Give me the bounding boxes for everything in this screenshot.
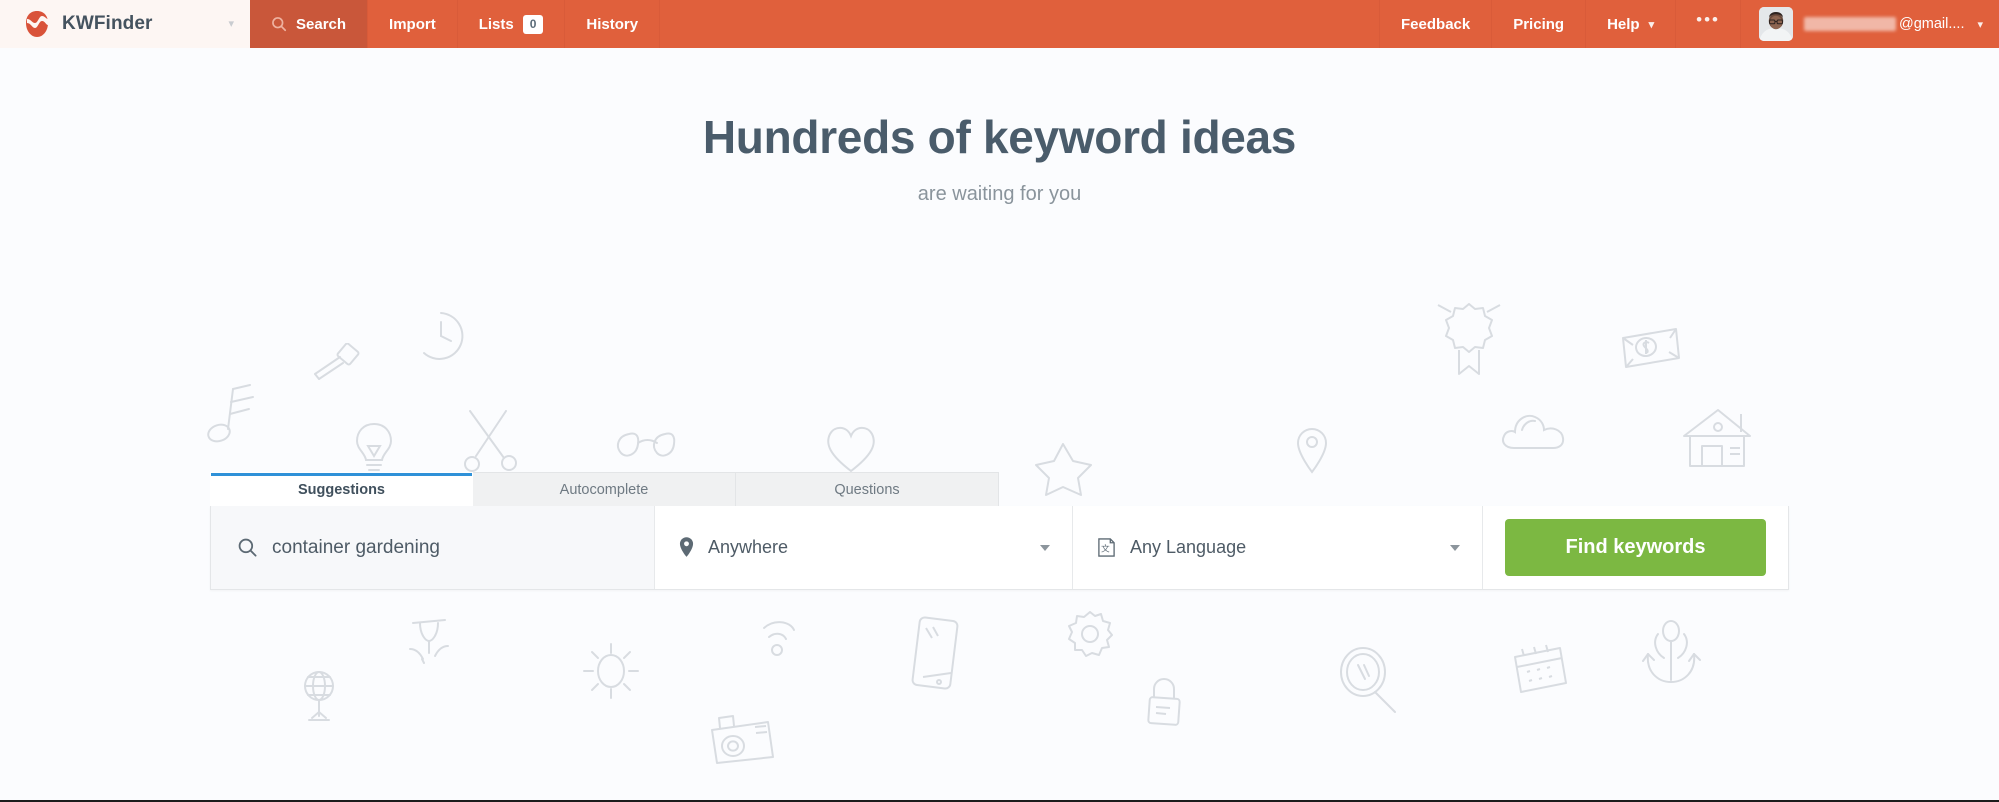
nav-item-pricing-label: Pricing xyxy=(1513,15,1565,33)
tab-suggestions-label: Suggestions xyxy=(297,481,385,498)
top-navigation-bar: KWFinder ▾ Search Import Lists 0 History… xyxy=(0,0,1999,48)
telescope-icon xyxy=(314,343,360,380)
house-icon xyxy=(1683,409,1751,467)
music-note-icon xyxy=(207,384,254,443)
location-select[interactable]: Anywhere xyxy=(655,506,1073,589)
wifi-icon xyxy=(763,621,795,656)
search-panel: Suggestions Autocomplete Questions conta… xyxy=(210,472,1789,590)
camera-icon xyxy=(711,715,774,764)
tab-questions-label: Questions xyxy=(834,481,900,498)
caret-down-icon xyxy=(1450,544,1460,551)
anchor-icon xyxy=(1642,620,1701,684)
email-redaction xyxy=(1803,17,1896,31)
lock-icon xyxy=(1147,678,1181,726)
search-icon xyxy=(237,537,258,558)
search-mode-tabs: Suggestions Autocomplete Questions xyxy=(210,472,1789,506)
find-keywords-button[interactable]: Find keywords xyxy=(1505,519,1766,576)
svg-text:文: 文 xyxy=(1101,542,1110,553)
kwfinder-logo-icon xyxy=(24,10,50,38)
nav-item-pricing[interactable]: Pricing xyxy=(1492,0,1587,48)
chevron-down-icon[interactable]: ▾ xyxy=(228,18,234,30)
language-icon: 文 xyxy=(1097,537,1116,558)
account-email: @gmail.... xyxy=(1803,16,1965,32)
location-pin-icon xyxy=(679,537,694,558)
clock-icon xyxy=(423,312,464,360)
brand-area[interactable]: KWFinder ▾ xyxy=(0,0,250,48)
page-subtitle: are waiting for you xyxy=(917,183,1082,205)
search-input-value: container gardening xyxy=(272,536,440,558)
nav-item-lists[interactable]: Lists 0 xyxy=(458,0,566,48)
smartphone-icon xyxy=(911,616,959,690)
more-menu-button[interactable]: ••• xyxy=(1676,0,1741,48)
nav-item-feedback[interactable]: Feedback xyxy=(1380,0,1493,48)
lightbulb-icon xyxy=(355,422,393,471)
hero-section: Hundreds of keyword ideas are waiting fo… xyxy=(0,48,1999,206)
search-bar: container gardening Anywhere 文 Any Langu… xyxy=(210,506,1789,590)
language-select-value: Any Language xyxy=(1130,537,1247,557)
chevron-down-icon: ▾ xyxy=(1648,18,1655,31)
nav-item-history-label: History xyxy=(586,15,639,33)
account-menu[interactable]: @gmail.... ▾ xyxy=(1741,0,1999,48)
nav-item-import-label: Import xyxy=(389,15,436,33)
search-input[interactable]: container gardening xyxy=(211,506,655,589)
globe-icon xyxy=(304,671,334,721)
gear-icon xyxy=(1068,611,1113,657)
money-icon xyxy=(1622,328,1680,368)
chevron-down-icon: ▾ xyxy=(1977,18,1983,31)
tab-autocomplete[interactable]: Autocomplete xyxy=(473,472,736,506)
nav-item-feedback-label: Feedback xyxy=(1401,15,1471,33)
page-title: Hundreds of keyword ideas xyxy=(702,111,1297,163)
lists-count-badge: 0 xyxy=(522,14,544,34)
nav-item-lists-label: Lists xyxy=(478,15,514,33)
nav-item-search[interactable]: Search xyxy=(250,0,369,48)
cloud-icon xyxy=(1502,414,1565,449)
nav-item-help-label: Help xyxy=(1607,15,1640,33)
tab-autocomplete-label: Autocomplete xyxy=(559,481,649,498)
account-email-domain: @gmail.... xyxy=(1898,16,1965,32)
submit-area: Find keywords xyxy=(1483,506,1788,589)
location-select-value: Anywhere xyxy=(708,537,789,557)
brand-name: KWFinder xyxy=(62,13,153,34)
magnifier-icon xyxy=(1340,647,1396,713)
main-stage: Hundreds of keyword ideas are waiting fo… xyxy=(0,48,1999,802)
nav-item-help[interactable]: Help ▾ xyxy=(1586,0,1677,48)
calendar-icon xyxy=(1514,644,1567,693)
search-icon xyxy=(271,16,287,32)
scissors-icon xyxy=(464,410,517,472)
heart-icon xyxy=(827,426,875,473)
sun-icon xyxy=(583,643,639,699)
avatar xyxy=(1758,7,1793,41)
tab-suggestions[interactable]: Suggestions xyxy=(210,472,473,506)
nav-item-search-label: Search xyxy=(296,15,347,33)
nav-item-import[interactable]: Import xyxy=(368,0,458,48)
award-ribbon-icon xyxy=(1437,303,1501,375)
language-select[interactable]: 文 Any Language xyxy=(1073,506,1483,589)
glasses-icon xyxy=(616,432,676,457)
location-pin-icon xyxy=(1296,428,1328,474)
person-icon xyxy=(409,619,449,664)
nav-item-history[interactable]: History xyxy=(565,0,661,48)
ellipsis-icon: ••• xyxy=(1696,9,1720,29)
caret-down-icon xyxy=(1040,544,1050,551)
nav-spacer xyxy=(660,0,1381,48)
tab-questions[interactable]: Questions xyxy=(736,472,999,506)
